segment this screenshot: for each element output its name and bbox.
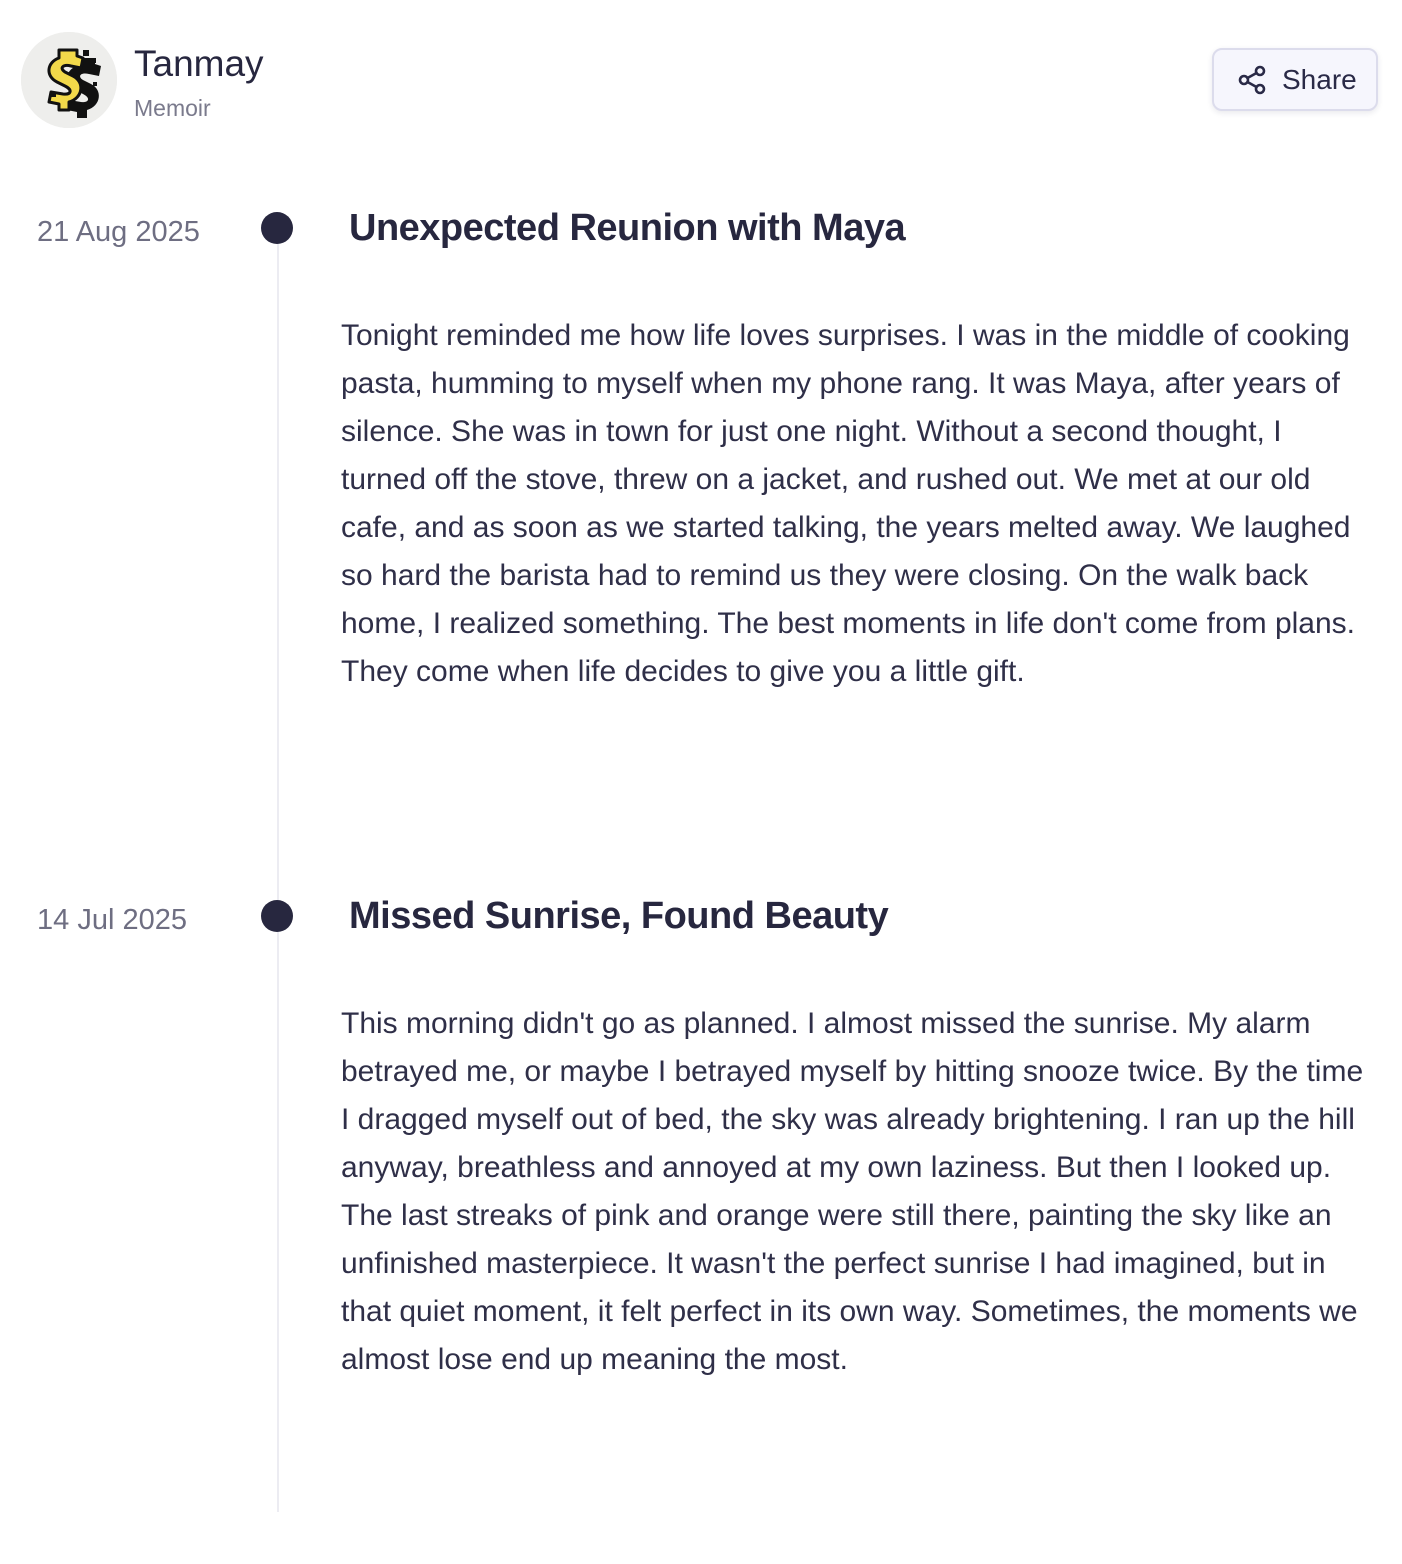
entry-title[interactable]: Missed Sunrise, Found Beauty	[349, 893, 889, 939]
share-button[interactable]: Share	[1212, 48, 1378, 111]
timeline-dot	[261, 900, 293, 932]
share-button-label: Share	[1282, 63, 1357, 95]
entry-body: This morning didn't go as planned. I alm…	[341, 1007, 1364, 1376]
entry-date: 14 Jul 2025	[37, 904, 187, 936]
header: Tanmay Memoir Share	[0, 0, 1402, 160]
entry-body: Tonight reminded me how life loves surpr…	[341, 319, 1355, 688]
entry-date: 21 Aug 2025	[37, 216, 200, 248]
avatar[interactable]	[21, 32, 117, 128]
timeline-line	[277, 230, 279, 1512]
dollar-sign-sticker-icon	[21, 32, 117, 128]
entry-title[interactable]: Unexpected Reunion with Maya	[349, 205, 906, 251]
author-name: Tanmay	[134, 43, 264, 84]
journal-subtitle: Memoir	[134, 95, 211, 121]
share-icon	[1236, 64, 1268, 96]
timeline-dot	[261, 212, 293, 244]
